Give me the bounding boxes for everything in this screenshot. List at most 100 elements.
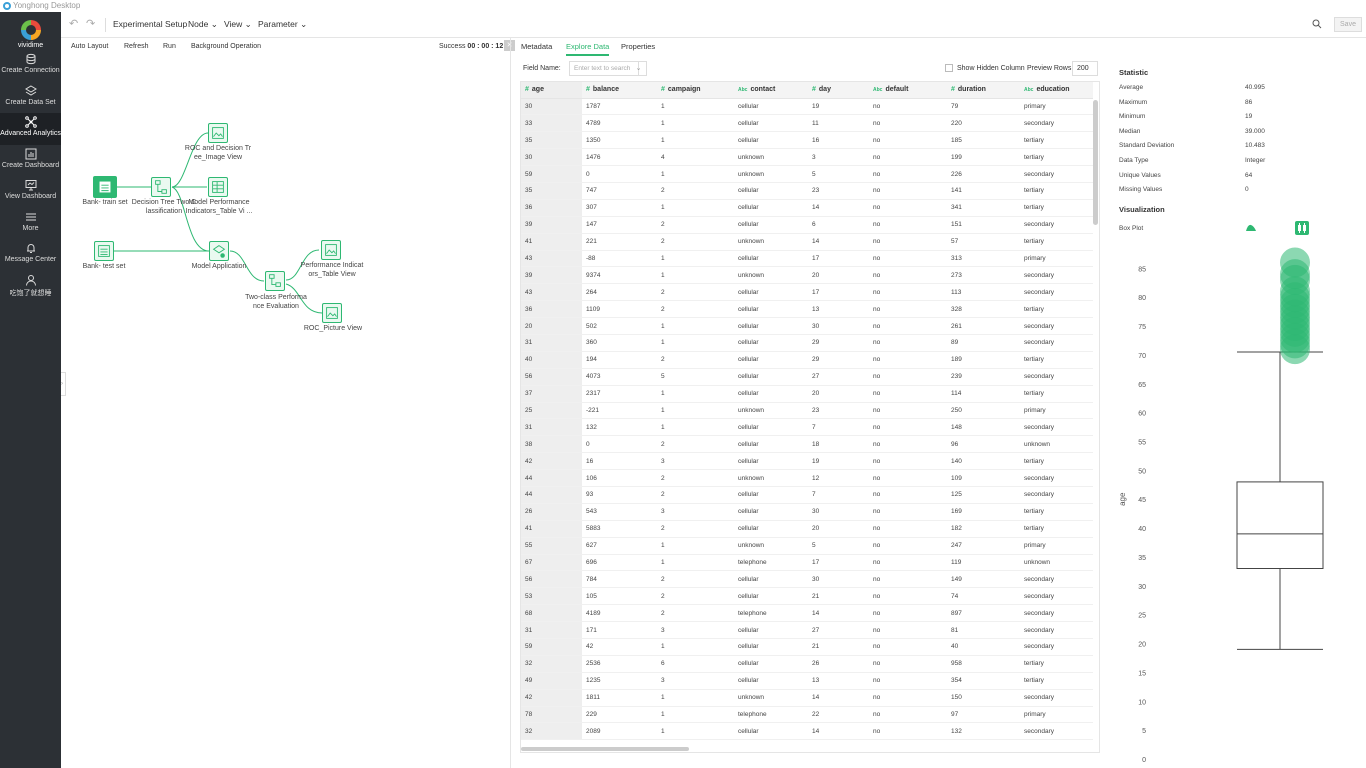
node-roc-image-view[interactable] xyxy=(208,123,228,143)
redo-icon[interactable]: ↷ xyxy=(86,17,95,30)
y-axis-label: age xyxy=(1118,492,1127,506)
node-label-line: lassification xyxy=(145,208,183,215)
node-label-line: Two-class Performa xyxy=(245,294,307,301)
sidebar-item-message-center[interactable]: Message Center xyxy=(0,239,61,271)
column-header-default[interactable]: Abc default xyxy=(869,82,947,99)
node-bank-train-set[interactable] xyxy=(93,176,117,198)
table-cell: 89 xyxy=(947,334,1020,352)
table-cell: 2 xyxy=(657,216,734,234)
stat-value: 39.000 xyxy=(1245,127,1265,135)
table-cell: 221 xyxy=(582,233,657,251)
search-icon[interactable] xyxy=(1312,19,1322,29)
filter-bar: Field Name: Enter text to search ⌄ Show … xyxy=(511,60,1101,78)
table-cell: 247 xyxy=(947,537,1020,555)
auto-layout-button[interactable]: Auto Layout xyxy=(71,43,108,50)
table-row: 41 221 2 unknown 14 no 57 tertiary xyxy=(521,233,1093,251)
table-cell: 14 xyxy=(808,199,869,217)
table-cell: 4189 xyxy=(582,604,657,623)
table-cell: no xyxy=(869,283,947,302)
sidebar-item-create-dashboard[interactable]: Create Dashboard xyxy=(0,145,61,177)
show-hidden-checkbox[interactable] xyxy=(945,64,953,72)
column-header-contact[interactable]: Abc contact xyxy=(734,82,808,99)
table-cell: 2 xyxy=(657,604,734,623)
table-cell: tertiary xyxy=(1020,148,1093,167)
table-cell: no xyxy=(869,554,947,572)
panel-divider[interactable] xyxy=(510,38,511,768)
table-cell: 23 xyxy=(808,402,869,420)
node-model-application[interactable] xyxy=(209,241,229,261)
tab-metadata[interactable]: Metadata xyxy=(521,42,552,56)
horizontal-scrollbar[interactable] xyxy=(521,747,689,751)
table-cell: 2536 xyxy=(582,655,657,673)
table-cell: 1811 xyxy=(582,689,657,707)
table-cell: 1 xyxy=(657,554,734,572)
column-header-day[interactable]: # day xyxy=(808,82,869,99)
y-tick-label: 50 xyxy=(1138,468,1146,475)
run-button[interactable]: Run xyxy=(163,43,176,50)
table-row: 44 106 2 unknown 12 no 109 secondary xyxy=(521,469,1093,487)
column-header-age[interactable]: # age xyxy=(521,82,582,99)
node-model-performance-table[interactable] xyxy=(208,177,228,197)
sidebar-item-create-data-set[interactable]: Create Data Set xyxy=(0,82,61,114)
column-header-education[interactable]: Abc education xyxy=(1020,82,1093,99)
sidebar-item-view-dashboard[interactable]: View Dashboard xyxy=(0,176,61,208)
box-plot-icon[interactable] xyxy=(1295,221,1309,235)
table-cell: tertiary xyxy=(1020,182,1093,200)
stat-label: Missing Values xyxy=(1119,186,1163,194)
sidebar-item-advanced-analytics[interactable]: Advanced Analytics xyxy=(0,113,61,145)
column-header-campaign[interactable]: # campaign xyxy=(657,82,734,99)
table-cell: tertiary xyxy=(1020,672,1093,690)
table-cell: 96 xyxy=(947,435,1020,454)
vertical-scrollbar[interactable] xyxy=(1093,100,1098,225)
numeric-type-icon: # xyxy=(525,86,529,94)
node-performance-indicators-table[interactable] xyxy=(321,240,341,260)
node-bank-test-set[interactable] xyxy=(94,241,114,261)
view-menu[interactable]: View ⌄ xyxy=(224,19,252,30)
table-cell: cellular xyxy=(734,520,808,538)
flow-canvas[interactable]: Bank- train set Decision Tree Two Classi… xyxy=(61,56,510,768)
field-search-input[interactable]: Enter text to search xyxy=(569,61,639,76)
table-cell: 36 xyxy=(521,199,582,217)
table-cell: 5 xyxy=(657,368,734,386)
sidebar-item-more[interactable]: More xyxy=(0,208,61,240)
column-header-duration[interactable]: # duration xyxy=(947,82,1020,99)
distribution-chart-icon[interactable] xyxy=(1245,222,1257,232)
sidebar-item-create-connection[interactable]: Create Connection xyxy=(0,50,61,82)
table-cell: 14 xyxy=(808,722,869,741)
node-menu[interactable]: Node ⌄ xyxy=(188,19,218,30)
save-button[interactable]: Save xyxy=(1334,17,1362,32)
node-two-class-evaluation[interactable] xyxy=(265,271,285,291)
preview-rows-input[interactable]: 200 xyxy=(1072,61,1098,76)
table-cell: 1 xyxy=(657,266,734,285)
chevron-down-icon[interactable]: ⌄ xyxy=(631,61,647,76)
table-cell: tertiary xyxy=(1020,520,1093,538)
table-cell: 81 xyxy=(947,621,1020,639)
table-cell: 341 xyxy=(947,199,1020,217)
show-hidden-label: Show Hidden Column xyxy=(957,65,1025,72)
parameter-menu[interactable]: Parameter ⌄ xyxy=(258,19,307,30)
table-cell: 20 xyxy=(808,385,869,403)
table-cell: 1 xyxy=(657,689,734,707)
y-tick-label: 15 xyxy=(1138,670,1146,677)
panel-resize-handle[interactable]: › xyxy=(61,372,66,396)
node-roc-picture-view[interactable] xyxy=(322,303,342,323)
undo-icon[interactable]: ↶ xyxy=(69,17,78,30)
stat-value: 0 xyxy=(1245,186,1249,194)
table-cell: 106 xyxy=(582,469,657,487)
node-decision-tree[interactable] xyxy=(151,177,171,197)
tab-properties[interactable]: Properties xyxy=(621,42,655,56)
sidebar-item-user[interactable]: 吃饱了就想睡 xyxy=(0,271,61,303)
table-cell: 12 xyxy=(808,469,869,487)
table-cell: 19 xyxy=(808,452,869,471)
table-cell: cellular xyxy=(734,503,808,521)
y-tick-label: 35 xyxy=(1138,555,1146,562)
column-header-balance[interactable]: # balance xyxy=(582,82,657,99)
table-cell: secondary xyxy=(1020,486,1093,504)
table-cell: 747 xyxy=(582,182,657,200)
experimental-setup-button[interactable]: Experimental Setup xyxy=(113,19,187,29)
stat-label: Standard Deviation xyxy=(1119,142,1175,150)
table-cell: 313 xyxy=(947,250,1020,268)
tab-explore-data[interactable]: Explore Data xyxy=(566,42,610,56)
refresh-button[interactable]: Refresh xyxy=(124,43,149,50)
background-operation-button[interactable]: Background Operation xyxy=(191,43,261,50)
